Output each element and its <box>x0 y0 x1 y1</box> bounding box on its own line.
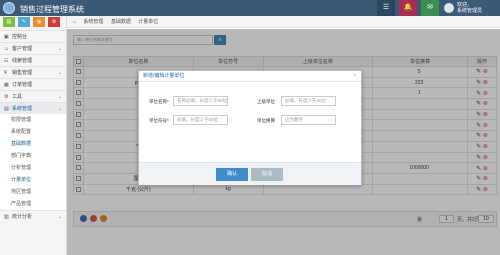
chevron-down-icon: ⌄ <box>57 106 62 112</box>
app-title: 销售过程管理系统 <box>20 5 84 14</box>
sidebar-subitem[interactable]: 产品管理 <box>0 198 66 210</box>
cancel-button[interactable]: 取消 <box>251 168 283 181</box>
sidebar-item-system[interactable]: ▤ 系统管理 ⌄ <box>0 102 66 114</box>
app-logo <box>3 2 15 14</box>
sidebar-item-clues[interactable]: ☷ 线索管理 <box>0 54 66 66</box>
sidebar-subitem[interactable]: 权限管理 <box>0 114 66 126</box>
sidebar-item-label: 控制台 <box>12 34 28 40</box>
sidebar-subitem[interactable]: 基础数据 <box>0 138 66 150</box>
sidebar-subitem[interactable]: 系统配置 <box>0 126 66 138</box>
breadcrumb-item[interactable]: 基础数据 <box>111 19 131 25</box>
gear-icon[interactable]: ⚙ <box>48 17 60 27</box>
pencil-icon[interactable]: ✎ <box>18 17 30 27</box>
sidebar-subitem[interactable]: 计量单位 <box>0 174 66 186</box>
sidebar-item-label: 统计分析 <box>12 214 33 220</box>
breadcrumb-item[interactable]: 系统管理 <box>83 19 103 25</box>
sidebar-item-label: 客户管理 <box>12 46 33 52</box>
avatar <box>444 3 454 13</box>
field-label: 上级单位 <box>257 99 275 104</box>
sidebar-subitem[interactable]: 部门字典 <box>0 150 66 162</box>
group-icon[interactable]: ◉ <box>33 17 45 27</box>
dialog-header: 新增/编辑计量单位 × <box>139 71 361 82</box>
sidebar-item-customers[interactable]: ☺ 客户管理 ⌄ <box>0 42 66 54</box>
sidebar-item-label: 销售管理 <box>12 70 33 76</box>
close-icon[interactable]: × <box>353 71 356 82</box>
sidebar-item-sales[interactable]: ¥ 销售管理 ⌄ <box>0 66 66 78</box>
chevron-down-icon: ⌄ <box>57 214 62 220</box>
sidebar-item-label: 工具 <box>12 94 23 100</box>
stats-icon: ▥ <box>4 214 9 220</box>
sidebar-subitem[interactable]: 分析管理 <box>0 162 66 174</box>
sidebar-item-label: 订单管理 <box>12 82 33 88</box>
settings-icon: ▤ <box>4 106 9 112</box>
conversion-field[interactable]: 应为数字 <box>281 115 336 125</box>
confirm-button[interactable]: 确认 <box>216 168 248 181</box>
sidebar-item-stats[interactable]: ▥ 统计分析 ⌄ <box>0 210 66 222</box>
field-label: 单位名称* <box>149 99 169 104</box>
dialog-footer: 确认 取消 <box>139 162 361 185</box>
field-label: 单位换算 <box>257 118 275 123</box>
parent-unit-field[interactable]: 必填，长度少于50位 <box>281 96 336 106</box>
sidebar-shortcuts: ▤ ✎ ◉ ⚙ <box>0 16 66 30</box>
top-bar: 销售过程管理系统 ☰ 🔔 ✉ 欢迎， 系统管理员 <box>0 0 500 16</box>
sidebar-item-orders[interactable]: ▦ 订单管理 <box>0 78 66 90</box>
notifications-icon[interactable]: 🔔 <box>399 0 417 16</box>
sidebar-item-tools[interactable]: ⚙ 工具 ⌄ <box>0 90 66 102</box>
breadcrumb-item: 计量单位 <box>138 19 159 25</box>
breadcrumb: ⌂ 系统管理 基础数据 计量单位 <box>67 16 500 28</box>
unit-name-field[interactable]: 名称必填，长度少于50位 <box>173 96 228 106</box>
field-label: 单位符号* <box>149 118 169 123</box>
unit-symbol-field[interactable]: 必填，长度少于50位 <box>173 115 228 125</box>
sidebar-item-label: 系统管理 <box>12 106 33 112</box>
unit-edit-dialog: 新增/编辑计量单位 × 单位名称* 名称必填，长度少于50位 上级单位 必填，长… <box>138 70 362 185</box>
sidebar: ▤ ✎ ◉ ⚙ ▣ 控制台 ☺ 客户管理 ⌄ ☷ 线索管理 ¥ 销售管理 ⌄ ▦ 订单管理 ⚙… <box>0 16 67 255</box>
sidebar-item-dashboard[interactable]: ▣ 控制台 <box>0 30 66 42</box>
dialog-title: 新增/编辑计量单位 <box>143 73 185 79</box>
messages-icon[interactable]: ✉ <box>421 0 439 16</box>
sidebar-subitem[interactable]: 地区管理 <box>0 186 66 198</box>
user-name: 系统管理员 <box>457 8 483 14</box>
tasks-icon[interactable]: ☰ <box>377 0 395 16</box>
sidebar-item-label: 线索管理 <box>12 58 33 64</box>
chart-icon[interactable]: ▤ <box>3 17 15 27</box>
home-icon[interactable]: ⌂ <box>73 19 76 25</box>
